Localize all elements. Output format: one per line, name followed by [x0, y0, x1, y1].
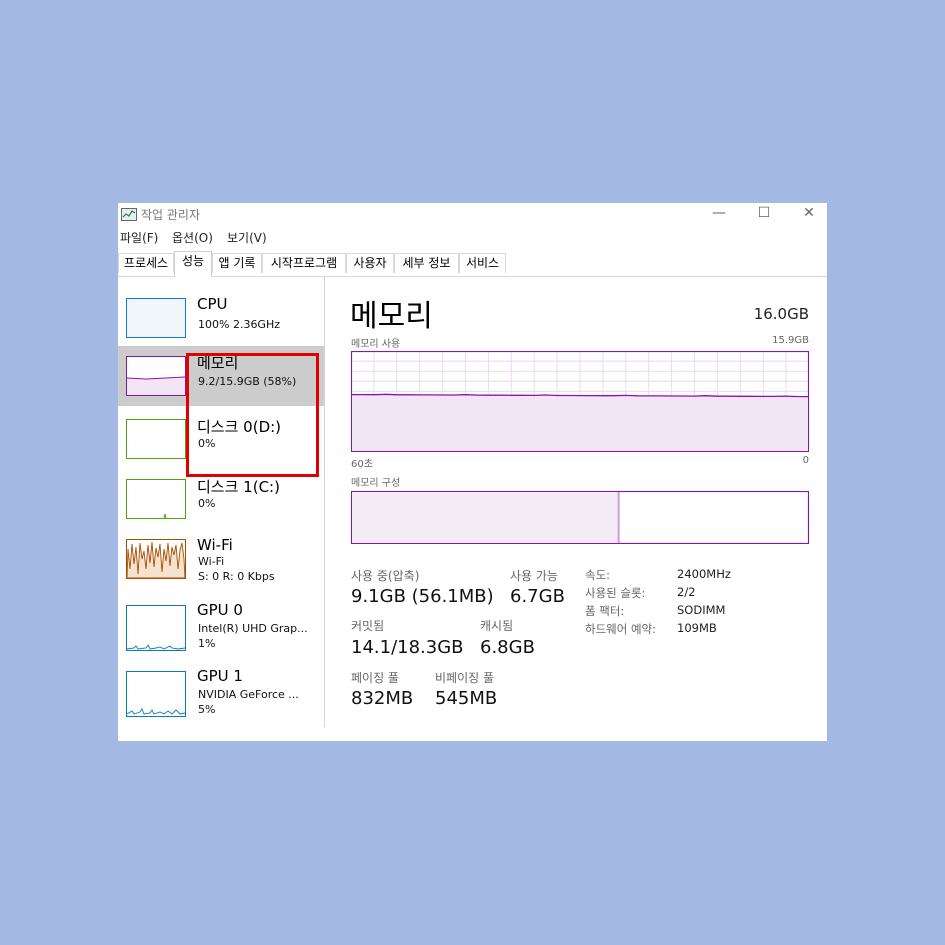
hardware-reserved-label: 하드웨어 예약: — [585, 622, 657, 636]
disk1-thumbnail — [126, 479, 186, 519]
tab-processes[interactable]: 프로세스 — [118, 253, 174, 273]
menu-file[interactable]: 파일(F) — [120, 229, 158, 246]
sidebar-gpu1-usage: 5% — [198, 703, 216, 716]
paged-pool-label: 페이징 풀 — [351, 671, 399, 685]
cpu-thumbnail — [126, 298, 186, 338]
slots-label: 사용된 슬롯: — [585, 586, 646, 600]
form-factor-value: SODIMM — [677, 603, 726, 617]
close-button[interactable]: ✕ — [786, 203, 832, 225]
usage-area — [352, 394, 808, 451]
sidebar-disk1-title: 디스크 1(C:) — [197, 478, 280, 496]
sidebar-item-cpu[interactable]: CPU 100% 2.36GHz — [118, 287, 324, 347]
disk0-thumbnail — [126, 419, 186, 459]
speed-label: 속도: — [585, 568, 611, 582]
in-use-value: 9.1GB (56.1MB) — [351, 586, 494, 607]
task-manager-icon — [121, 208, 137, 221]
task-manager-window: 작업 관리자 — ☐ ✕ 파일(F) 옵션(O) 보기(V) 프로세스 성능 앱… — [118, 203, 827, 741]
memory-thumbnail — [126, 356, 186, 396]
wifi-thumbnail — [126, 539, 186, 579]
committed-value: 14.1/18.3GB — [351, 637, 464, 658]
available-label: 사용 가능 — [510, 569, 558, 583]
menu-options[interactable]: 옵션(O) — [172, 229, 213, 246]
composition-in-use — [352, 492, 619, 543]
minimize-button[interactable]: — — [696, 203, 742, 225]
sidebar-gpu1-sub: NVIDIA GeForce ... — [198, 688, 299, 701]
highlight-annotation-box — [186, 353, 319, 477]
sidebar-wifi-sub: Wi-Fi — [198, 555, 225, 568]
cached-value: 6.8GB — [480, 637, 535, 658]
memory-composition-label: 메모리 구성 — [351, 478, 401, 489]
window-title: 작업 관리자 — [141, 208, 201, 222]
gpu1-thumbnail — [126, 671, 186, 717]
sidebar-gpu0-title: GPU 0 — [197, 601, 243, 619]
sidebar-cpu-title: CPU — [197, 295, 228, 313]
sidebar-gpu0-sub: Intel(R) UHD Grap... — [198, 622, 308, 635]
graph-axis-right: 0 — [802, 455, 809, 466]
available-value: 6.7GB — [510, 586, 565, 607]
sidebar-wifi-throughput: S: 0 R: 0 Kbps — [198, 570, 275, 583]
speed-value: 2400MHz — [677, 567, 731, 581]
hardware-reserved-value: 109MB — [677, 621, 717, 635]
menu-view[interactable]: 보기(V) — [227, 229, 267, 246]
gpu0-thumbnail — [126, 605, 186, 651]
sidebar-item-gpu1[interactable]: GPU 1 NVIDIA GeForce ... 5% — [118, 657, 324, 717]
nonpaged-pool-label: 비페이징 풀 — [435, 671, 495, 685]
title-bar: 작업 관리자 — ☐ ✕ — [118, 203, 827, 225]
graph-axis-left: 60초 — [351, 459, 373, 470]
tab-users[interactable]: 사용자 — [346, 253, 394, 273]
cached-label: 캐시됨 — [480, 619, 514, 633]
memory-total: 16.0GB — [753, 305, 809, 323]
memory-detail-panel: 메모리 16.0GB 메모리 사용 15.9GB 60초 0 메모리 구성 사용… — [324, 277, 827, 741]
memory-composition-bar — [351, 491, 809, 544]
slots-value: 2/2 — [677, 585, 696, 599]
tab-bar: 프로세스 성능 앱 기록 시작프로그램 사용자 세부 정보 서비스 — [118, 251, 827, 277]
sidebar-disk1-sub: 0% — [198, 497, 216, 510]
memory-usage-graph — [351, 351, 809, 452]
sidebar-gpu1-title: GPU 1 — [197, 667, 243, 685]
page-title: 메모리 — [350, 299, 433, 334]
tab-app-history[interactable]: 앱 기록 — [212, 253, 262, 273]
tab-details[interactable]: 세부 정보 — [394, 253, 459, 273]
paged-pool-value: 832MB — [351, 688, 414, 709]
tab-performance[interactable]: 성능 — [174, 251, 212, 277]
tab-services[interactable]: 서비스 — [459, 253, 506, 273]
sidebar-cpu-sub: 100% 2.36GHz — [198, 318, 281, 331]
sidebar-item-gpu0[interactable]: GPU 0 Intel(R) UHD Grap... 1% — [118, 591, 324, 651]
maximize-button[interactable]: ☐ — [741, 203, 787, 225]
performance-sidebar: CPU 100% 2.36GHz 메모리 9.2/15.9GB (58%) 디스… — [118, 277, 325, 727]
in-use-label: 사용 중(압축) — [351, 569, 420, 583]
committed-label: 커밋됨 — [351, 619, 385, 633]
sidebar-item-wifi[interactable]: Wi-Fi Wi-Fi S: 0 R: 0 Kbps — [118, 526, 324, 586]
memory-usage-max: 15.9GB — [772, 335, 809, 346]
sidebar-wifi-title: Wi-Fi — [197, 536, 233, 554]
tab-startup[interactable]: 시작프로그램 — [262, 253, 346, 273]
memory-usage-label: 메모리 사용 — [351, 339, 401, 350]
form-factor-label: 폼 팩터: — [585, 604, 625, 618]
sidebar-gpu0-usage: 1% — [198, 637, 216, 650]
nonpaged-pool-value: 545MB — [435, 688, 498, 709]
